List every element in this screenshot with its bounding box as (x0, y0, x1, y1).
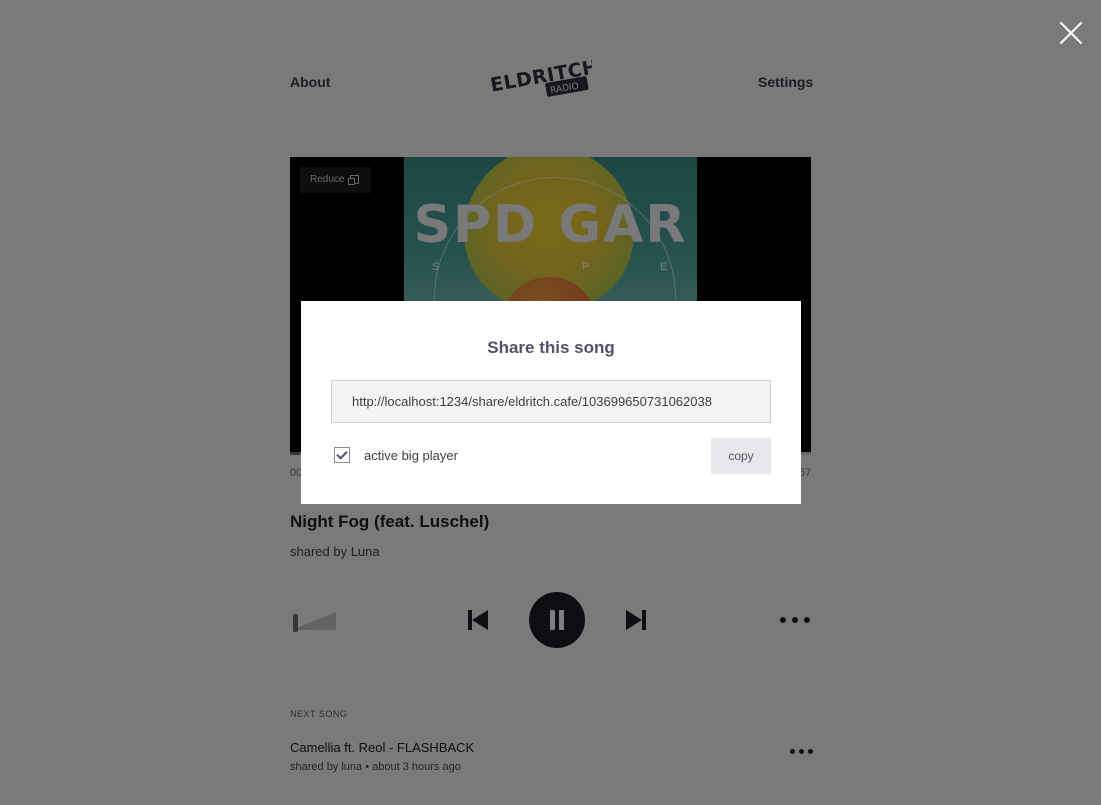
active-big-player-checkbox[interactable] (334, 447, 350, 463)
share-modal: Share this song active big player copy (301, 301, 801, 504)
close-icon[interactable] (1058, 20, 1084, 46)
active-big-player-label[interactable]: active big player (364, 448, 458, 463)
copy-button[interactable]: copy (711, 438, 771, 474)
modal-title: Share this song (487, 338, 615, 357)
share-url-input[interactable] (331, 380, 771, 423)
